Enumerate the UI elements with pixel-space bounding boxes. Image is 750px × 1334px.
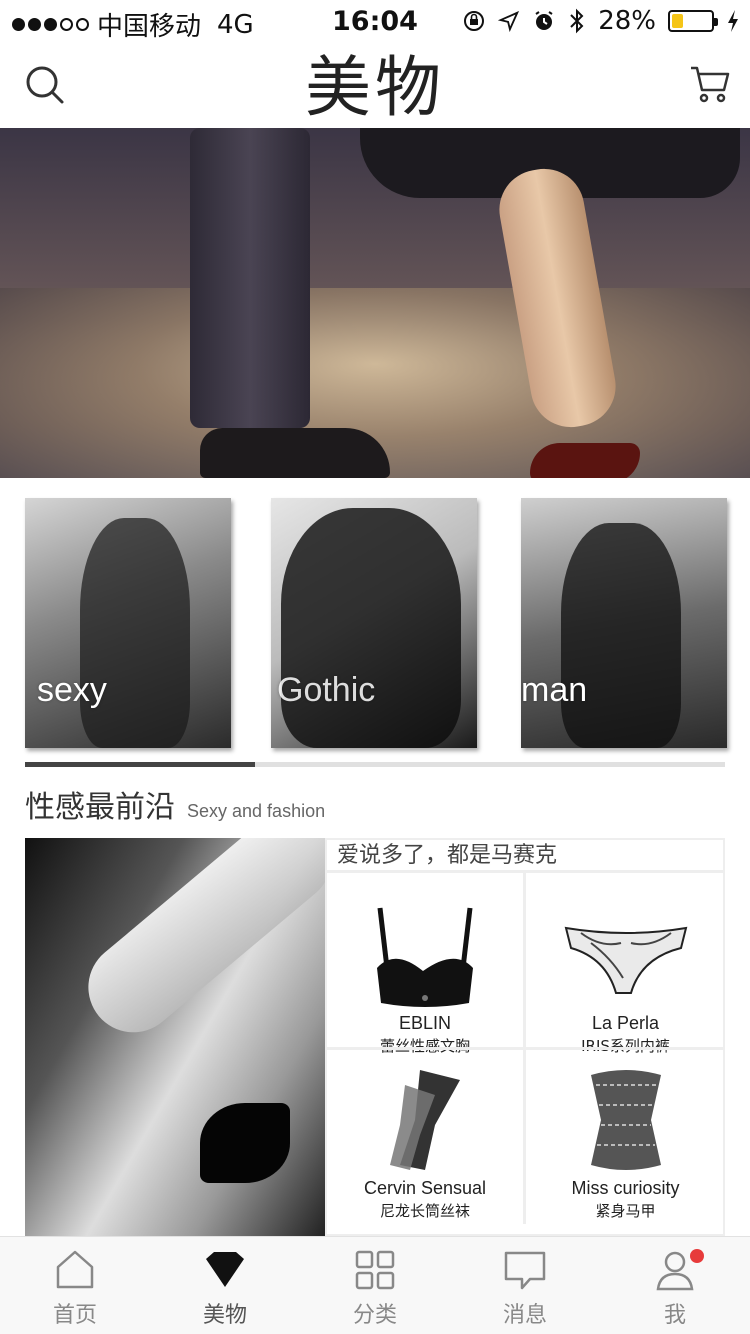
- lock-rotation-icon: [464, 11, 485, 31]
- cart-icon: [691, 66, 730, 103]
- battery-icon: [668, 10, 718, 32]
- feature-image[interactable]: [25, 838, 325, 1236]
- carousel-scroll-thumb[interactable]: [25, 762, 255, 767]
- card-figure: [281, 508, 461, 748]
- tab-home[interactable]: 首页: [0, 1237, 150, 1334]
- product-card[interactable]: La Perla IRIS系列内裤: [526, 870, 725, 1055]
- message-icon: [504, 1251, 546, 1290]
- card-figure: [80, 518, 190, 748]
- tab-label: 美物: [202, 1303, 247, 1328]
- carousel-scrollbar[interactable]: [25, 762, 725, 767]
- section-title: 性感最前沿: [25, 790, 175, 825]
- bluetooth-icon: [570, 8, 584, 34]
- category-card-man[interactable]: man: [521, 498, 727, 748]
- product-name: 紧身马甲: [595, 1202, 656, 1220]
- location-icon: [498, 10, 520, 32]
- corset-icon: [590, 1070, 661, 1170]
- tab-meiwu[interactable]: 美物: [150, 1237, 300, 1334]
- product-name: 尼龙长筒丝袜: [379, 1202, 470, 1220]
- stockings-icon: [390, 1070, 460, 1170]
- hero-banner[interactable]: [0, 128, 750, 478]
- product-brand: Miss curiosity: [571, 1178, 680, 1198]
- page-title: 美物: [305, 49, 445, 126]
- battery-percent: 28%: [598, 6, 656, 36]
- product-card[interactable]: Cervin Sensual 尼龙长筒丝袜: [327, 1047, 526, 1224]
- product-card[interactable]: EBLIN 蕾丝性感文胸: [327, 870, 526, 1055]
- status-right: 28%: [462, 6, 740, 36]
- category-label: sexy: [37, 671, 107, 709]
- hero-man-leg: [190, 128, 310, 428]
- panties-icon: [564, 926, 687, 994]
- category-card-sexy[interactable]: sexy: [25, 498, 231, 748]
- feature-leg: [69, 838, 325, 1051]
- product-grid: EBLIN 蕾丝性感文胸 La Perla IRIS系列内裤 Cervin Se…: [327, 870, 725, 1236]
- tab-label: 首页: [52, 1303, 97, 1328]
- tab-label: 分类: [352, 1303, 397, 1328]
- tab-bar: 首页 美物 分类 消息 我: [0, 1236, 750, 1334]
- diamond-icon: [206, 1252, 244, 1287]
- product-brand: EBLIN: [398, 1013, 452, 1033]
- hero-high-heel: [530, 443, 640, 478]
- notification-badge: [690, 1249, 704, 1263]
- home-icon: [56, 1250, 94, 1289]
- tab-messages[interactable]: 消息: [450, 1237, 600, 1334]
- cart-button[interactable]: [688, 62, 732, 106]
- category-carousel[interactable]: sexy Gothic man: [25, 498, 727, 750]
- category-label: man: [521, 671, 588, 709]
- tab-label: 消息: [502, 1303, 547, 1328]
- hero-loafer: [200, 428, 390, 478]
- feature-stiletto: [200, 1103, 290, 1183]
- tab-me[interactable]: 我: [600, 1237, 750, 1334]
- section-subtitle: Sexy and fashion: [187, 801, 326, 821]
- bra-icon: [377, 907, 473, 1007]
- feature-block: 爱说多了，都是马赛克 EBLIN 蕾丝性感文胸 La Perla IRIS系列内…: [25, 838, 725, 1236]
- card-figure: [561, 523, 681, 748]
- grid-icon: [355, 1250, 395, 1290]
- category-label: Gothic: [277, 671, 376, 709]
- category-card-gothic[interactable]: Gothic: [271, 498, 477, 748]
- feature-panel: 爱说多了，都是马赛克 EBLIN 蕾丝性感文胸 La Perla IRIS系列内…: [325, 838, 725, 1236]
- nav-bar: 美物: [0, 44, 750, 128]
- section-header: 性感最前沿 Sexy and fashion: [25, 782, 326, 825]
- tab-label: 我: [663, 1303, 686, 1328]
- product-brand: Cervin Sensual: [363, 1178, 487, 1198]
- panel-caption: 爱说多了，都是马赛克: [337, 843, 558, 868]
- product-brand: La Perla: [591, 1013, 660, 1033]
- product-card[interactable]: Miss curiosity 紧身马甲: [526, 1047, 725, 1224]
- tab-category[interactable]: 分类: [300, 1237, 450, 1334]
- alarm-icon: [535, 11, 553, 30]
- status-bar: 中国移动 4G 16:04 28%: [0, 0, 750, 44]
- charging-icon: [728, 10, 738, 32]
